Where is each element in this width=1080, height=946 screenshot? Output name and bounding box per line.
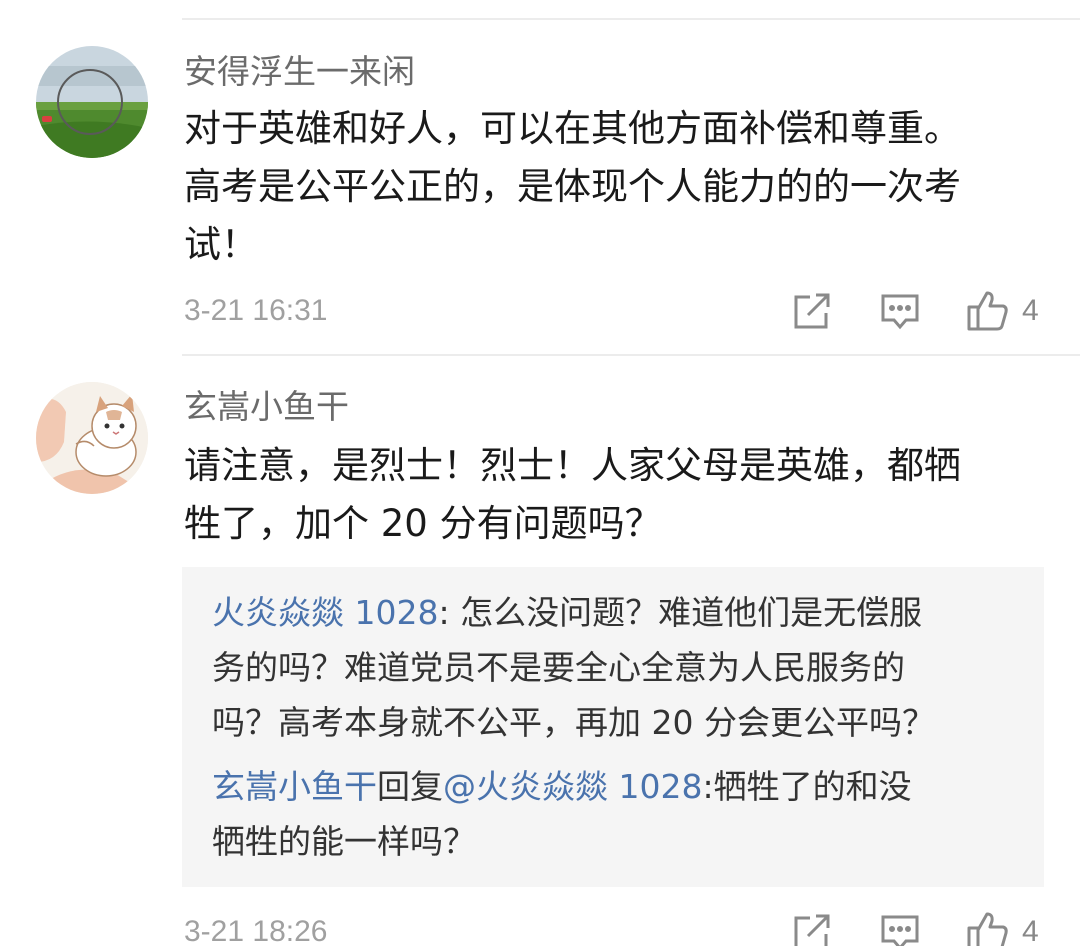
avatar[interactable] — [36, 46, 148, 158]
comment-text-line: 牲了，加个 20 分有问题吗？ — [184, 502, 662, 545]
divider — [182, 18, 1080, 20]
comment-username[interactable]: 玄嵩小鱼干 — [184, 384, 349, 430]
reply-text: 怎么没问题？难道他们是无偿服 — [460, 593, 923, 632]
comment-meta: 3-21 16:31 4 — [0, 287, 1080, 335]
comment-text-line: 高考是公平公正的，是体现个人能力的的一次考 — [184, 165, 961, 208]
like-count: 4 — [1022, 915, 1039, 946]
like-count: 4 — [1022, 294, 1039, 327]
reply-author-link[interactable]: 火炎焱燚 1028 — [212, 593, 438, 632]
avatar[interactable] — [36, 382, 148, 494]
divider — [182, 354, 1080, 356]
comment-text: 对于英雄和好人，可以在其他方面补偿和尊重。 高考是公平公正的，是体现个人能力的的… — [184, 100, 1044, 274]
comment-time: 3-21 18:26 — [184, 915, 328, 946]
comment-username[interactable]: 安得浮生一来闲 — [184, 49, 415, 95]
avatar-landscape-image — [36, 46, 148, 158]
comment-time: 3-21 16:31 — [184, 294, 328, 327]
comment-meta: 3-21 18:26 4 — [0, 908, 1080, 946]
comment-text-line: 对于英雄和好人，可以在其他方面补偿和尊重。 — [184, 107, 961, 150]
thumbs-up-icon[interactable] — [966, 910, 1010, 946]
comment-text: 请注意，是烈士！烈士！人家父母是英雄，都牺 牲了，加个 20 分有问题吗？ — [184, 437, 1044, 553]
comment-icon[interactable] — [878, 289, 922, 333]
avatar-cat-image — [36, 382, 148, 494]
reply-separator: : — [702, 767, 714, 806]
reply-mention-link[interactable]: @火炎焱燚 1028 — [443, 767, 702, 806]
reply-verb: 回复 — [377, 767, 443, 806]
reply-thread: 火炎焱燚 1028: 怎么没问题？难道他们是无偿服 务的吗？难道党员不是要全心全… — [182, 567, 1044, 887]
comment-text-line: 请注意，是烈士！烈士！人家父母是英雄，都牺 — [184, 444, 961, 487]
comment-list: 安得浮生一来闲 对于英雄和好人，可以在其他方面补偿和尊重。 高考是公平公正的，是… — [0, 0, 1080, 946]
reply-author-link[interactable]: 玄嵩小鱼干 — [212, 767, 377, 806]
reply-text: 牺牲了的和没 — [713, 767, 912, 806]
comment-icon[interactable] — [878, 910, 922, 946]
share-icon[interactable] — [790, 910, 834, 946]
reply-text: 务的吗？难道党员不是要全心全意为人民服务的 — [212, 648, 905, 687]
comment-text-line: 试！ — [184, 223, 258, 266]
reply-separator: : — [438, 593, 461, 632]
thumbs-up-icon[interactable] — [966, 289, 1010, 333]
reply-item[interactable]: 玄嵩小鱼干回复@火炎焱燚 1028:牺牲了的和没 牺牲的能一样吗？ — [212, 759, 1012, 869]
share-icon[interactable] — [790, 289, 834, 333]
reply-item[interactable]: 火炎焱燚 1028: 怎么没问题？难道他们是无偿服 务的吗？难道党员不是要全心全… — [212, 585, 1012, 750]
reply-text: 牺牲的能一样吗？ — [212, 822, 476, 861]
reply-text: 吗？高考本身就不公平，再加 20 分会更公平吗？ — [212, 703, 935, 742]
